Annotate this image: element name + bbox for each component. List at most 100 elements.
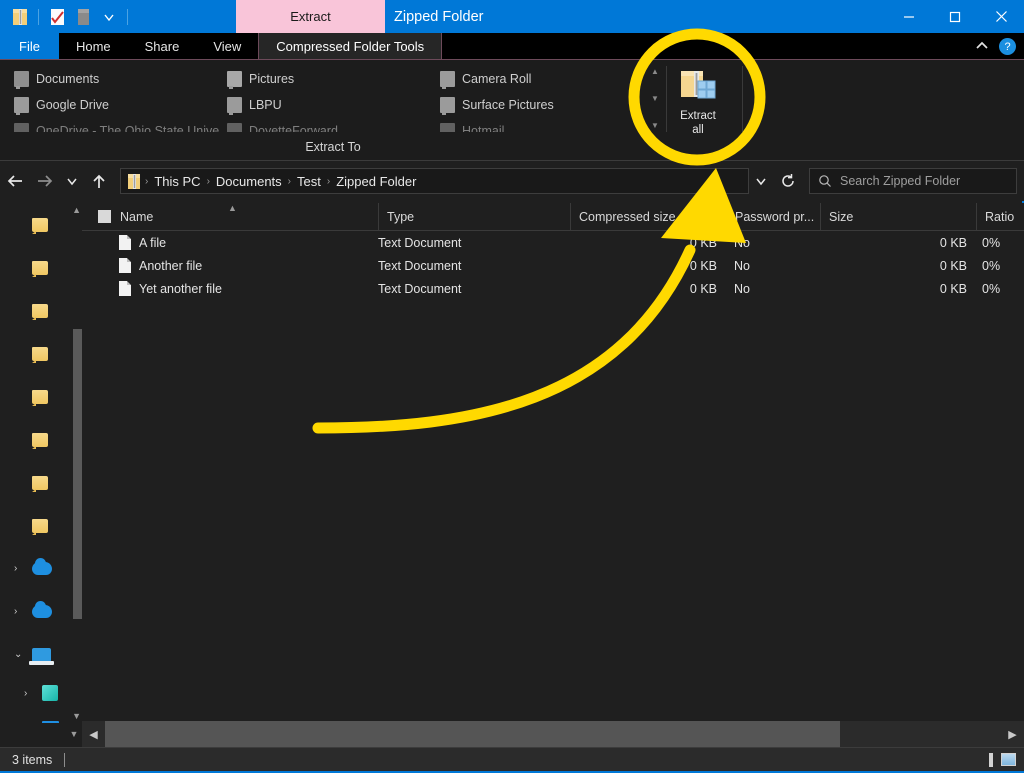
file-name-cell[interactable]: Yet another file bbox=[82, 281, 378, 296]
column-header-password-protected[interactable]: Password pr... bbox=[726, 202, 820, 231]
extract-to-gallery[interactable]: Documents Pictures Camera Roll Google Dr… bbox=[6, 66, 646, 132]
file-password-cell: No bbox=[734, 258, 750, 273]
help-button[interactable]: ? bbox=[999, 38, 1016, 55]
column-header-type[interactable]: Type bbox=[378, 202, 570, 231]
scroll-down-icon[interactable]: ▼ bbox=[72, 711, 81, 721]
nav-scroll-down-icon[interactable]: ▼ bbox=[66, 721, 82, 747]
scroll-up-icon[interactable]: ▲ bbox=[72, 205, 81, 215]
gallery-item-documents[interactable]: Documents bbox=[6, 66, 219, 92]
column-header-size[interactable]: Size bbox=[820, 202, 976, 231]
scroll-left-icon[interactable]: ◀ bbox=[82, 721, 105, 747]
folder-icon bbox=[32, 475, 48, 492]
folder-icon bbox=[227, 123, 242, 132]
details-view-icon[interactable] bbox=[989, 752, 993, 767]
gallery-item-lbpu[interactable]: LBPU bbox=[219, 92, 432, 118]
search-input[interactable]: Search Zipped Folder bbox=[809, 168, 1017, 194]
nav-item-folder-2[interactable] bbox=[2, 246, 82, 289]
chevron-down-icon[interactable]: ⌄ bbox=[14, 649, 26, 660]
scroll-right-icon[interactable]: ▶ bbox=[1001, 721, 1024, 747]
horizontal-scroll-thumb[interactable] bbox=[105, 721, 840, 747]
extract-all-button[interactable]: Extract all bbox=[668, 64, 728, 140]
column-header-compressed-size[interactable]: Compressed size bbox=[570, 202, 726, 231]
forward-arrow-icon[interactable] bbox=[30, 166, 60, 196]
gallery-item-onedrive-osu[interactable]: OneDrive - The Ohio State University bbox=[6, 118, 219, 132]
table-row[interactable]: Another file Text Document 0 KB No 0 KB … bbox=[82, 254, 1024, 277]
refresh-icon[interactable] bbox=[773, 166, 803, 196]
gallery-item-surface-pictures[interactable]: Surface Pictures bbox=[432, 92, 645, 118]
file-list[interactable]: A file Text Document 0 KB No 0 KB 0% Ano… bbox=[82, 231, 1024, 723]
nav-item-onedrive-2[interactable]: › bbox=[2, 590, 82, 633]
chevron-up-icon[interactable] bbox=[974, 38, 990, 56]
nav-scrollbar-thumb[interactable] bbox=[73, 329, 82, 619]
nav-item-folder-7[interactable] bbox=[2, 461, 82, 504]
column-header-ratio[interactable]: Ratio bbox=[976, 202, 1024, 231]
search-icon bbox=[818, 174, 832, 188]
breadcrumb[interactable]: › This PC › Documents › Test › Zipped Fo… bbox=[120, 168, 749, 194]
nav-pane-scrollbar[interactable]: ▲ ▼ bbox=[72, 203, 82, 723]
nav-item-folder-1[interactable] bbox=[2, 203, 82, 246]
nav-item-folder-4[interactable] bbox=[2, 332, 82, 375]
column-label: Ratio bbox=[985, 209, 1015, 224]
horizontal-scrollbar[interactable]: ◀ ▶ bbox=[82, 721, 1024, 747]
gallery-more-icon[interactable]: ▼ bbox=[651, 122, 659, 130]
navigation-pane[interactable]: › › ⌄ › › › ▲ ▼ bbox=[2, 203, 82, 723]
extract-all-label-line2: all bbox=[692, 124, 704, 136]
maximize-button[interactable] bbox=[932, 0, 978, 33]
item-count: 3 items bbox=[12, 752, 53, 767]
nav-item-3d-objects[interactable]: › bbox=[2, 676, 82, 710]
nav-item-folder-8[interactable] bbox=[2, 504, 82, 547]
chevron-right-icon[interactable]: › bbox=[24, 688, 36, 699]
folder-icon bbox=[14, 97, 29, 115]
chevron-right-icon[interactable]: › bbox=[14, 606, 26, 617]
tab-view[interactable]: View bbox=[196, 33, 258, 59]
tab-home[interactable]: Home bbox=[59, 33, 128, 59]
close-button[interactable] bbox=[978, 0, 1024, 33]
file-name-cell[interactable]: A file bbox=[82, 235, 378, 250]
zip-folder-icon[interactable] bbox=[8, 5, 32, 29]
select-all-checkbox[interactable] bbox=[98, 210, 111, 223]
breadcrumb-item-documents[interactable]: Documents bbox=[213, 174, 285, 189]
gallery-item-pictures[interactable]: Pictures bbox=[219, 66, 432, 92]
tab-share[interactable]: Share bbox=[128, 33, 197, 59]
address-history-icon[interactable] bbox=[749, 166, 773, 196]
table-row[interactable]: A file Text Document 0 KB No 0 KB 0% bbox=[82, 231, 1024, 254]
gallery-item-hotmail[interactable]: Hotmail bbox=[432, 118, 645, 132]
chevron-down-icon[interactable] bbox=[97, 5, 121, 29]
breadcrumb-separator: › bbox=[287, 175, 292, 187]
nav-item-folder-6[interactable] bbox=[2, 418, 82, 461]
horizontal-scroll-track[interactable] bbox=[105, 721, 1001, 747]
folder-icon bbox=[32, 389, 48, 406]
new-folder-icon[interactable] bbox=[71, 5, 95, 29]
scroll-down-icon[interactable]: ▼ bbox=[651, 95, 659, 103]
recent-locations-icon[interactable] bbox=[60, 166, 84, 196]
table-row[interactable]: Yet another file Text Document 0 KB No 0… bbox=[82, 277, 1024, 300]
breadcrumb-item-test[interactable]: Test bbox=[294, 174, 324, 189]
tab-file[interactable]: File bbox=[0, 33, 59, 59]
nav-item-folder-3[interactable] bbox=[2, 289, 82, 332]
file-name-cell[interactable]: Another file bbox=[82, 258, 378, 273]
nav-item-folder-5[interactable] bbox=[2, 375, 82, 418]
tab-compressed-folder-tools[interactable]: Compressed Folder Tools bbox=[258, 33, 443, 59]
scroll-up-icon[interactable]: ▲ bbox=[651, 68, 659, 76]
gallery-item-camera-roll[interactable]: Camera Roll bbox=[432, 66, 645, 92]
breadcrumb-item-this-pc[interactable]: This PC bbox=[151, 174, 203, 189]
up-arrow-icon[interactable] bbox=[84, 166, 114, 196]
large-icons-view-icon[interactable] bbox=[1001, 753, 1016, 766]
column-label: Compressed size bbox=[579, 209, 676, 224]
gallery-item-label: Pictures bbox=[249, 72, 295, 86]
nav-item-this-pc[interactable]: ⌄ bbox=[2, 633, 82, 676]
file-ratio-cell: 0% bbox=[982, 258, 1001, 273]
nav-item-onedrive-1[interactable]: › bbox=[2, 547, 82, 590]
chevron-right-icon[interactable]: › bbox=[24, 722, 36, 724]
properties-icon[interactable] bbox=[45, 5, 69, 29]
minimize-button[interactable] bbox=[886, 0, 932, 33]
breadcrumb-separator: › bbox=[206, 175, 210, 187]
gallery-item-google-drive[interactable]: Google Drive bbox=[6, 92, 219, 118]
gallery-item-doyetteforward[interactable]: DoyetteForward bbox=[219, 118, 432, 132]
this-pc-icon bbox=[29, 647, 54, 665]
breadcrumb-separator: › bbox=[145, 175, 149, 187]
breadcrumb-item-zipped-folder[interactable]: Zipped Folder bbox=[333, 174, 419, 189]
chevron-right-icon[interactable]: › bbox=[14, 563, 26, 574]
folder-icon bbox=[440, 123, 455, 132]
back-arrow-icon[interactable] bbox=[0, 166, 30, 196]
